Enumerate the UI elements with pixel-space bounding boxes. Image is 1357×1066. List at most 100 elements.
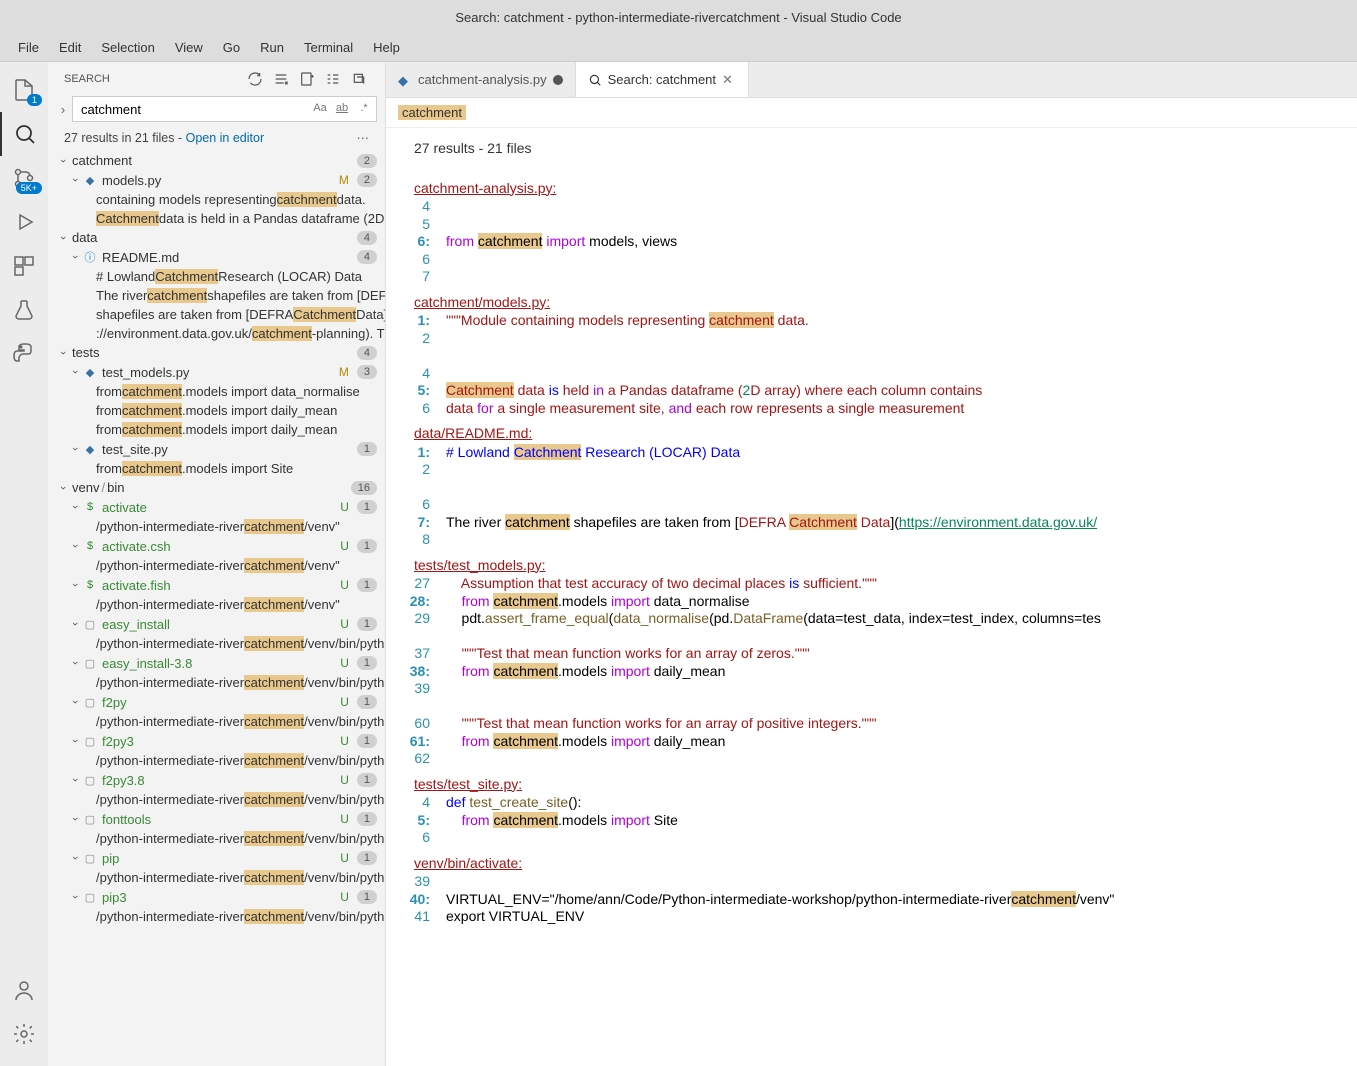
search-match[interactable]: /python-intermediate-rivercatchment/venv… <box>48 595 385 614</box>
search-match[interactable]: # Lowland Catchment Research (LOCAR) Dat… <box>48 267 385 286</box>
dirty-indicator-icon <box>553 75 563 85</box>
folder-data[interactable]: › data 4 <box>48 228 385 247</box>
search-term-chip[interactable]: catchment <box>398 105 466 120</box>
settings-icon[interactable] <box>0 1012 48 1056</box>
file-heading[interactable]: catchment/models.py: <box>386 286 1357 313</box>
shell-file-icon: $ <box>82 538 98 554</box>
tab-catchment-analysis[interactable]: ◆ catchment-analysis.py <box>386 62 576 97</box>
search-icon[interactable] <box>0 112 48 156</box>
close-icon[interactable]: ✕ <box>722 72 736 88</box>
file-easy-install[interactable]: ›▢easy_installU1 <box>48 614 385 634</box>
search-match[interactable]: Catchment data is held in a Pandas dataf… <box>48 209 385 228</box>
folder-label: data <box>70 230 353 245</box>
search-editor-content[interactable]: 27 results - 21 files catchment-analysis… <box>386 128 1357 1066</box>
results-tree[interactable]: › catchment 2 › ◆ models.py M 2 containi… <box>48 151 385 1066</box>
toggle-replace-icon[interactable]: › <box>56 102 70 117</box>
search-match[interactable]: /python-intermediate-rivercatchment/venv… <box>48 634 385 653</box>
file-heading[interactable]: tests/test_models.py: <box>386 549 1357 576</box>
search-match[interactable]: from catchment.models import daily_mean <box>48 420 385 439</box>
collapse-all-icon[interactable] <box>349 69 369 89</box>
search-match[interactable]: from catchment.models import data_normal… <box>48 382 385 401</box>
menu-terminal[interactable]: Terminal <box>294 36 363 59</box>
open-in-editor-link[interactable]: Open in editor <box>186 131 265 145</box>
match-case-icon[interactable]: Aa <box>311 98 329 118</box>
match-whole-word-icon[interactable]: ab <box>333 98 351 118</box>
file-heading[interactable]: venv/bin/activate: <box>386 847 1357 874</box>
tab-search-catchment[interactable]: Search: catchment ✕ <box>576 62 749 97</box>
file-activate-csh[interactable]: ›$activate.cshU1 <box>48 536 385 556</box>
explorer-badge: 1 <box>27 94 42 106</box>
search-sidebar: SEARCH › Aa ab .* 27 results in 21 fil <box>48 62 386 1066</box>
folder-label: tests <box>70 345 353 360</box>
generic-file-icon: ▢ <box>82 616 98 632</box>
chevron-down-icon: › <box>69 500 81 514</box>
file-test-site[interactable]: › ◆ test_site.py 1 <box>48 439 385 459</box>
count-badge: 1 <box>357 890 377 904</box>
file-heading[interactable]: catchment-analysis.py: <box>386 172 1357 199</box>
search-match[interactable]: shapefiles are taken from [DEFRA Catchme… <box>48 305 385 324</box>
file-f2py38[interactable]: ›▢f2py3.8U1 <box>48 770 385 790</box>
menu-edit[interactable]: Edit <box>49 36 91 59</box>
explorer-icon[interactable]: 1 <box>0 68 48 112</box>
search-match[interactable]: /python-intermediate-rivercatchment/venv… <box>48 712 385 731</box>
chevron-down-icon: › <box>57 481 69 495</box>
file-activate[interactable]: ›$activateU1 <box>48 497 385 517</box>
file-pip3[interactable]: ›▢pip3U1 <box>48 887 385 907</box>
file-test-models[interactable]: › ◆ test_models.py M 3 <box>48 362 385 382</box>
folder-tests[interactable]: › tests 4 <box>48 343 385 362</box>
file-models-py[interactable]: › ◆ models.py M 2 <box>48 170 385 190</box>
search-match[interactable]: /python-intermediate-rivercatchment/venv… <box>48 790 385 809</box>
file-heading[interactable]: data/README.md: <box>386 417 1357 444</box>
menu-go[interactable]: Go <box>213 36 250 59</box>
search-match[interactable]: The river catchment shapefiles are taken… <box>48 286 385 305</box>
file-readme-md[interactable]: › ⓘ README.md 4 <box>48 247 385 267</box>
folder-venv-bin[interactable]: › venv/bin 16 <box>48 478 385 497</box>
chevron-down-icon: › <box>57 154 69 168</box>
menu-file[interactable]: File <box>8 36 49 59</box>
view-as-tree-icon[interactable] <box>323 69 343 89</box>
new-search-editor-icon[interactable] <box>297 69 317 89</box>
clear-icon[interactable] <box>271 69 291 89</box>
menu-view[interactable]: View <box>165 36 213 59</box>
search-match[interactable]: containing models representing catchment… <box>48 190 385 209</box>
file-f2py3[interactable]: ›▢f2py3U1 <box>48 731 385 751</box>
search-match[interactable]: /python-intermediate-rivercatchment/venv… <box>48 517 385 536</box>
search-match[interactable]: ://environment.data.gov.uk/catchment-pla… <box>48 324 385 343</box>
menu-help[interactable]: Help <box>363 36 410 59</box>
search-match[interactable]: /python-intermediate-rivercatchment/venv… <box>48 868 385 887</box>
search-match[interactable]: /python-intermediate-rivercatchment/venv… <box>48 751 385 770</box>
search-match[interactable]: from catchment.models import Site <box>48 459 385 478</box>
search-match[interactable]: /python-intermediate-rivercatchment/venv… <box>48 673 385 692</box>
file-label: pip3 <box>102 890 340 905</box>
count-badge: 1 <box>357 695 377 709</box>
file-label: f2py <box>102 695 340 710</box>
window-title: Search: catchment - python-intermediate-… <box>455 10 901 25</box>
search-match[interactable]: /python-intermediate-rivercatchment/venv… <box>48 556 385 575</box>
file-easy-install-38[interactable]: ›▢easy_install-3.8U1 <box>48 653 385 673</box>
menu-run[interactable]: Run <box>250 36 294 59</box>
file-heading[interactable]: tests/test_site.py: <box>386 768 1357 795</box>
file-label: f2py3 <box>102 734 340 749</box>
file-f2py[interactable]: ›▢f2pyU1 <box>48 692 385 712</box>
search-match[interactable]: /python-intermediate-rivercatchment/venv… <box>48 907 385 926</box>
debug-icon[interactable] <box>0 200 48 244</box>
search-match[interactable]: /python-intermediate-rivercatchment/venv… <box>48 829 385 848</box>
file-fonttools[interactable]: ›▢fonttoolsU1 <box>48 809 385 829</box>
search-match[interactable]: from catchment.models import daily_mean <box>48 401 385 420</box>
count-badge: 1 <box>357 539 377 553</box>
count-badge: 1 <box>357 773 377 787</box>
folder-catchment[interactable]: › catchment 2 <box>48 151 385 170</box>
menu-selection[interactable]: Selection <box>91 36 164 59</box>
refresh-icon[interactable] <box>245 69 265 89</box>
python-icon[interactable] <box>0 332 48 376</box>
file-label: models.py <box>102 173 339 188</box>
extensions-icon[interactable] <box>0 244 48 288</box>
file-pip[interactable]: ›▢pipU1 <box>48 848 385 868</box>
more-options-icon[interactable]: ⋯ <box>357 130 370 145</box>
activity-bottom <box>0 968 48 1056</box>
file-activate-fish[interactable]: ›$activate.fishU1 <box>48 575 385 595</box>
accounts-icon[interactable] <box>0 968 48 1012</box>
regex-icon[interactable]: .* <box>355 98 373 118</box>
testing-icon[interactable] <box>0 288 48 332</box>
scm-icon[interactable]: 5K+ <box>0 156 48 200</box>
